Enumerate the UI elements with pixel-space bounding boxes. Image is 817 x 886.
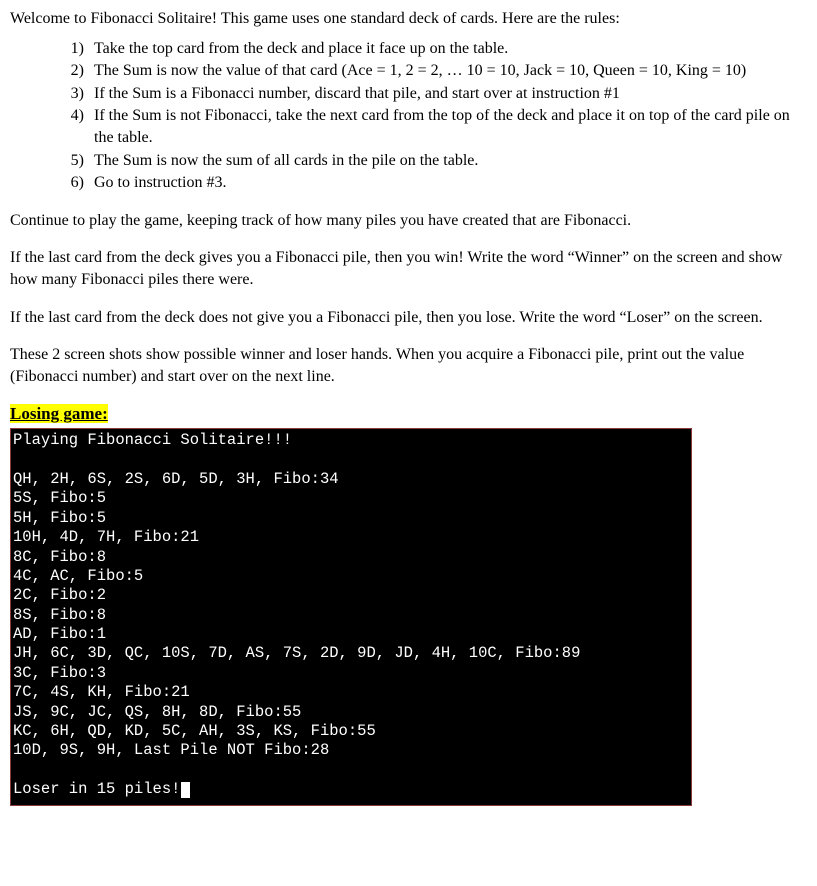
terminal-line: QH, 2H, 6S, 2S, 6D, 5D, 3H, Fibo:34	[13, 470, 339, 488]
losing-game-label: Losing game:	[10, 404, 108, 423]
rule-item: 1) Take the top card from the deck and p…	[60, 38, 807, 60]
rule-item: 2) The Sum is now the value of that card…	[60, 60, 807, 82]
rule-text: The Sum is now the value of that card (A…	[94, 60, 807, 82]
rules-list: 1) Take the top card from the deck and p…	[10, 38, 807, 194]
terminal-line: 10D, 9S, 9H, Last Pile NOT Fibo:28	[13, 741, 329, 759]
terminal-line: JH, 6C, 3D, QC, 10S, 7D, AS, 7S, 2D, 9D,…	[13, 644, 580, 662]
terminal-output: Playing Fibonacci Solitaire!!! QH, 2H, 6…	[10, 428, 692, 806]
cursor-icon	[181, 782, 190, 798]
rule-number: 3)	[60, 83, 94, 105]
intro-text: Welcome to Fibonacci Solitaire! This gam…	[10, 8, 807, 30]
terminal-line: 10H, 4D, 7H, Fibo:21	[13, 528, 199, 546]
rule-item: 3) If the Sum is a Fibonacci number, dis…	[60, 83, 807, 105]
terminal-line: 8S, Fibo:8	[13, 606, 106, 624]
paragraph-continue: Continue to play the game, keeping track…	[10, 210, 807, 232]
terminal-line: 2C, Fibo:2	[13, 586, 106, 604]
terminal-line: 5H, Fibo:5	[13, 509, 106, 527]
losing-game-label-container: Losing game:	[10, 403, 807, 426]
rule-number: 5)	[60, 150, 94, 172]
terminal-footer: Loser in 15 piles!	[13, 780, 180, 798]
rule-item: 6) Go to instruction #3.	[60, 172, 807, 194]
rule-number: 2)	[60, 60, 94, 82]
rule-text: Take the top card from the deck and plac…	[94, 38, 807, 60]
terminal-line: AD, Fibo:1	[13, 625, 106, 643]
terminal-line: 4C, AC, Fibo:5	[13, 567, 143, 585]
terminal-line: 8C, Fibo:8	[13, 548, 106, 566]
rule-number: 6)	[60, 172, 94, 194]
rule-text: If the Sum is a Fibonacci number, discar…	[94, 83, 807, 105]
terminal-line: 7C, 4S, KH, Fibo:21	[13, 683, 190, 701]
terminal-line: 3C, Fibo:3	[13, 664, 106, 682]
rule-text: Go to instruction #3.	[94, 172, 807, 194]
terminal-header: Playing Fibonacci Solitaire!!!	[13, 431, 292, 449]
terminal-line: JS, 9C, JC, QS, 8H, 8D, Fibo:55	[13, 703, 301, 721]
paragraph-screenshots: These 2 screen shots show possible winne…	[10, 344, 807, 387]
rule-text: The Sum is now the sum of all cards in t…	[94, 150, 807, 172]
rule-item: 5) The Sum is now the sum of all cards i…	[60, 150, 807, 172]
paragraph-winner: If the last card from the deck gives you…	[10, 247, 807, 290]
rule-text: If the Sum is not Fibonacci, take the ne…	[94, 105, 807, 148]
rule-item: 4) If the Sum is not Fibonacci, take the…	[60, 105, 807, 148]
rule-number: 1)	[60, 38, 94, 60]
paragraph-loser: If the last card from the deck does not …	[10, 307, 807, 329]
rule-number: 4)	[60, 105, 94, 148]
terminal-line: KC, 6H, QD, KD, 5C, AH, 3S, KS, Fibo:55	[13, 722, 376, 740]
terminal-line: 5S, Fibo:5	[13, 489, 106, 507]
